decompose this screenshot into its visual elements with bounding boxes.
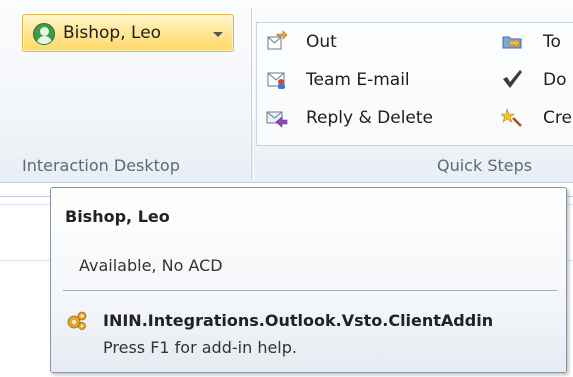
group-label-interaction-desktop: Interaction Desktop xyxy=(22,156,180,175)
quick-step-create[interactable]: Cre xyxy=(501,106,573,130)
group-divider xyxy=(251,8,252,180)
mail-forward-icon xyxy=(267,30,288,50)
tooltip-addin-name: ININ.Integrations.Outlook.Vsto.ClientAdd… xyxy=(103,311,494,330)
create-new-icon xyxy=(501,107,522,127)
tooltip-title: Bishop, Leo xyxy=(65,207,170,226)
quick-step-label: Out xyxy=(306,32,337,52)
chevron-down-icon[interactable] xyxy=(213,32,223,37)
quick-step-label: Cre xyxy=(543,108,572,128)
tooltip-divider xyxy=(63,290,557,291)
user-avatar-icon xyxy=(33,23,55,45)
done-check-icon xyxy=(503,70,522,88)
team-email-icon xyxy=(267,72,285,89)
status-button[interactable]: Bishop, Leo xyxy=(22,14,234,52)
quick-step-label: Reply & Delete xyxy=(306,108,434,128)
quick-step-label: Team E-mail xyxy=(306,70,410,90)
status-tooltip: Bishop, Leo Available, No ACD ININ.Integ… xyxy=(50,187,567,373)
quick-step-team-email[interactable]: Team E-mail xyxy=(266,68,446,92)
quick-step-label: To xyxy=(543,32,561,52)
group-label-quick-steps: Quick Steps xyxy=(437,156,533,175)
quick-step-reply-delete[interactable]: Reply & Delete xyxy=(266,106,446,130)
quick-step-to[interactable]: To xyxy=(501,30,573,54)
quick-step-done[interactable]: Do xyxy=(501,68,573,92)
tooltip-help-text: Press F1 for add-in help. xyxy=(103,338,297,357)
reply-delete-icon xyxy=(266,111,288,128)
addin-gear-icon xyxy=(67,311,87,330)
quick-step-out[interactable]: Out xyxy=(266,30,446,54)
move-to-folder-icon xyxy=(502,36,522,49)
status-button-label: Bishop, Leo xyxy=(63,23,162,43)
quick-step-label: Do xyxy=(543,70,567,90)
tooltip-status-text: Available, No ACD xyxy=(79,256,223,275)
ribbon: Bishop, Leo Interaction Desktop Out Team… xyxy=(0,0,573,183)
